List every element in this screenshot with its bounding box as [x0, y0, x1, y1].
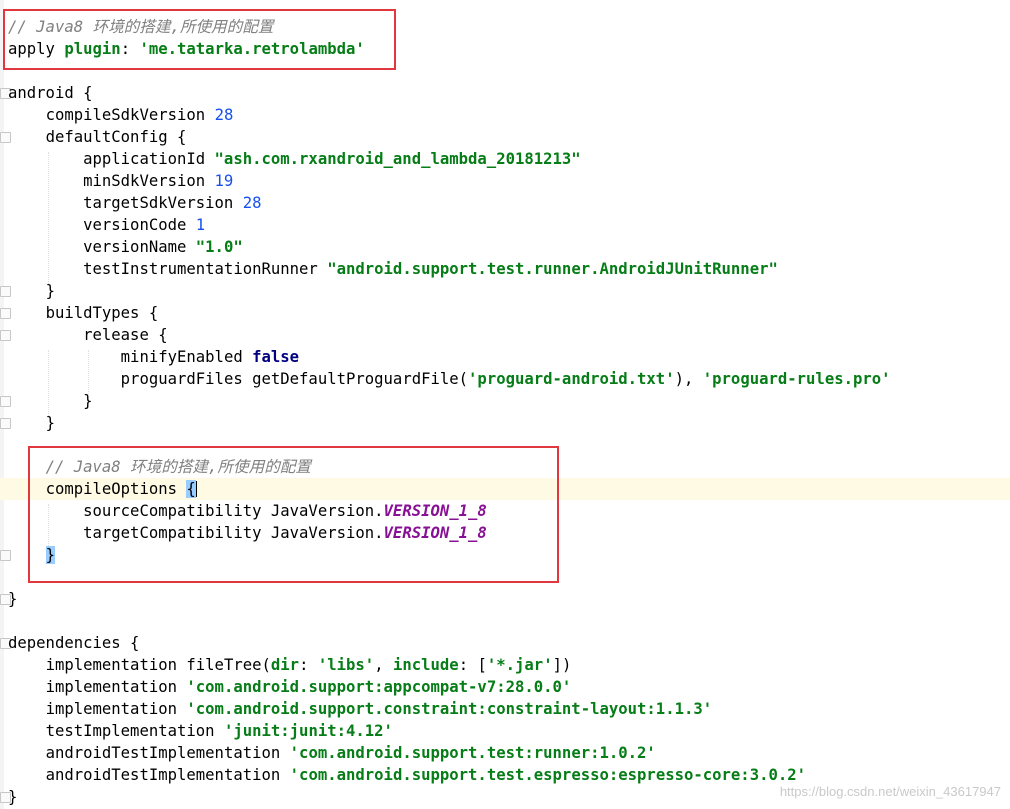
- code-line-default-config: defaultConfig {: [45, 128, 187, 146]
- code-line-close-default-config: }: [45, 282, 55, 300]
- code-editor[interactable]: // Java8 环境的搭建,所使用的配置 apply plugin: 'me.…: [0, 0, 1010, 809]
- code-line-test-runner-dep: androidTestImplementation 'com.android.s…: [45, 744, 656, 762]
- highlight-box-plugin: [3, 9, 396, 70]
- code-line-close-android: }: [8, 590, 18, 608]
- code-line-constraint-layout: implementation 'com.android.support.cons…: [45, 700, 713, 718]
- code-line-close-dependencies: }: [8, 788, 18, 806]
- code-line-version-code: versionCode 1: [83, 216, 206, 234]
- code-line-application-id: applicationId "ash.com.rxandroid_and_lam…: [83, 150, 581, 168]
- code-line-min-sdk: minSdkVersion 19: [83, 172, 234, 190]
- code-line-test-runner: testInstrumentationRunner "android.suppo…: [83, 260, 778, 278]
- highlight-box-compile-options: [28, 446, 559, 583]
- code-line-close-release: }: [83, 392, 93, 410]
- code-line-target-sdk: targetSdkVersion 28: [83, 194, 262, 212]
- code-line-android: android {: [8, 84, 93, 102]
- code-line-junit: testImplementation 'junit:junit:4.12': [45, 722, 393, 740]
- code-line-proguard-files: proguardFiles getDefaultProguardFile('pr…: [120, 370, 891, 388]
- code-line-compile-sdk: compileSdkVersion 28: [45, 106, 234, 124]
- code-line-minify-enabled: minifyEnabled false: [120, 348, 300, 366]
- code-line-dependencies: dependencies {: [8, 634, 140, 652]
- code-line-build-types: buildTypes {: [45, 304, 159, 322]
- code-line-file-tree: implementation fileTree(dir: 'libs', inc…: [45, 656, 572, 674]
- watermark: https://blog.csdn.net/weixin_43617947: [779, 784, 1001, 799]
- code-line-release: release {: [83, 326, 168, 344]
- code-line-espresso: androidTestImplementation 'com.android.s…: [45, 766, 807, 784]
- code-line-appcompat: implementation 'com.android.support:appc…: [45, 678, 572, 696]
- code-line-version-name: versionName "1.0": [83, 238, 243, 256]
- code-line-close-build-types: }: [45, 414, 55, 432]
